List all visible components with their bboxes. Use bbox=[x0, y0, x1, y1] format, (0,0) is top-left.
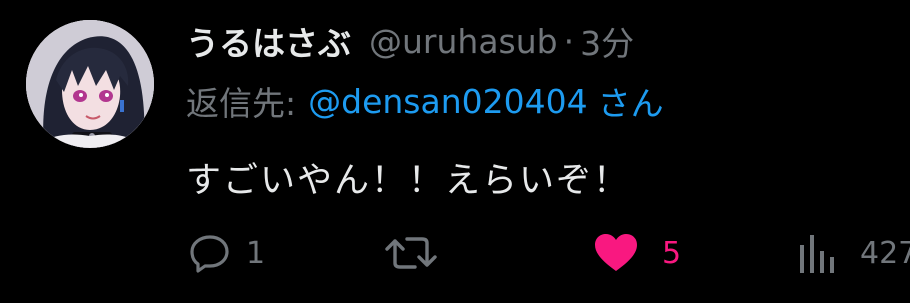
header-separator: · bbox=[563, 21, 575, 61]
like-count: 5 bbox=[662, 235, 682, 271]
timestamp[interactable]: 3分 bbox=[580, 17, 634, 65]
reply-context: 返信先: @densan020404 さん bbox=[186, 78, 664, 124]
reply-target-link[interactable]: @densan020404 bbox=[308, 82, 587, 121]
display-name[interactable]: うるはさぶ bbox=[186, 17, 351, 65]
reply-button[interactable]: 1 bbox=[188, 228, 265, 278]
user-handle[interactable]: @uruhasub bbox=[369, 22, 558, 61]
like-button[interactable]: 5 bbox=[592, 228, 681, 278]
reply-count: 1 bbox=[246, 235, 266, 271]
comment-icon bbox=[188, 231, 232, 275]
avatar-image bbox=[26, 20, 154, 148]
avatar[interactable] bbox=[26, 20, 154, 148]
action-bar: 1 5 427 bbox=[0, 228, 910, 278]
heart-icon bbox=[592, 231, 640, 275]
retweet-icon bbox=[383, 231, 439, 275]
tweet-text: すごいやん！！えらいぞ！ bbox=[186, 160, 631, 201]
reply-label: 返信先: bbox=[186, 84, 297, 123]
tweet-header: うるはさぶ @uruhasub · 3分 bbox=[186, 18, 634, 64]
views-button[interactable]: 427 bbox=[798, 228, 910, 278]
reply-honorific: さん bbox=[597, 84, 664, 123]
tweet[interactable]: うるはさぶ @uruhasub · 3分 返信先: @densan020404 … bbox=[0, 0, 910, 303]
bar-chart-icon bbox=[798, 231, 838, 275]
retweet-button[interactable] bbox=[383, 228, 453, 278]
views-count: 427 bbox=[860, 235, 910, 271]
